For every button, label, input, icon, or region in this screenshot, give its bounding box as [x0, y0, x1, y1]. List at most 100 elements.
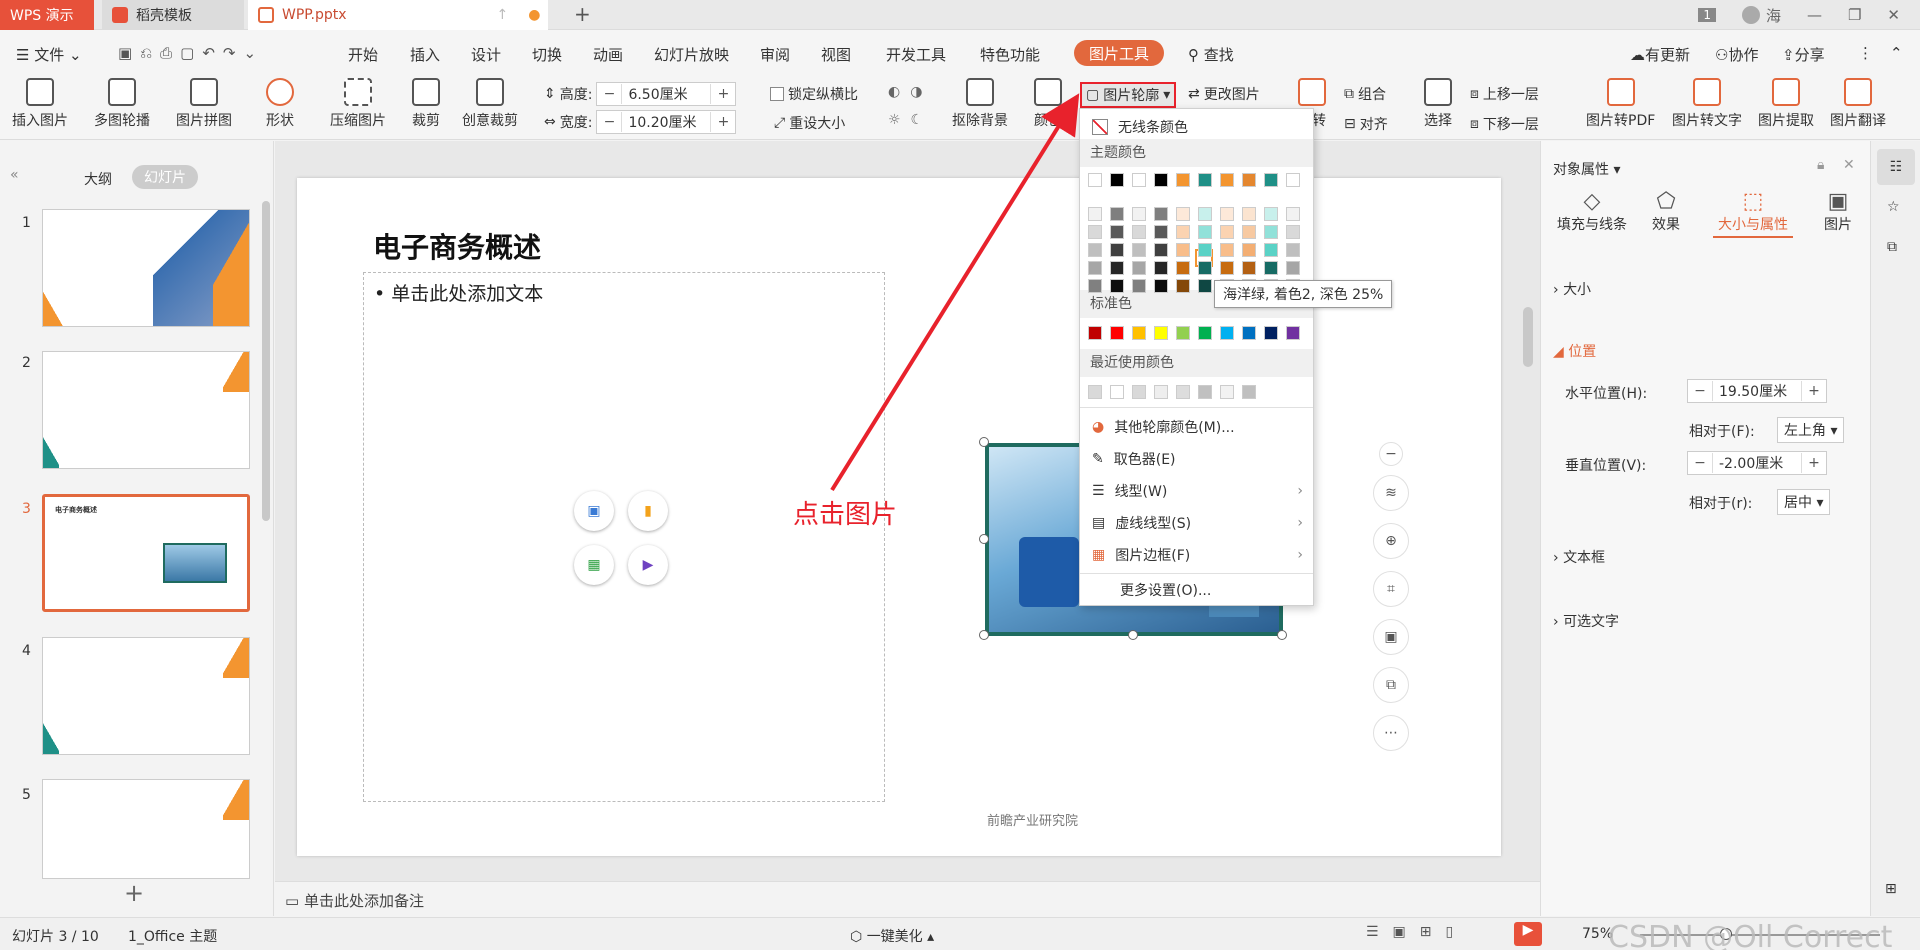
theme-shade-swatch[interactable]: [1176, 225, 1190, 239]
file-menu[interactable]: ☰ 文件 ⌄: [16, 44, 82, 65]
height-decrement[interactable]: −: [597, 86, 621, 102]
theme-shade-swatch[interactable]: [1154, 243, 1168, 257]
standard-swatch[interactable]: [1220, 326, 1234, 340]
menu-slideshow[interactable]: 幻灯片放映: [654, 44, 729, 65]
theme-shade-swatch[interactable]: [1154, 225, 1168, 239]
h-position-value[interactable]: 19.50厘米: [1712, 381, 1802, 401]
theme-shade-swatch[interactable]: [1198, 261, 1212, 275]
h-position-spinner[interactable]: −19.50厘米 +: [1687, 379, 1827, 403]
upload-icon[interactable]: ↑: [497, 7, 509, 23]
theme-shade-swatch[interactable]: [1132, 261, 1146, 275]
more-icon[interactable]: ⋮: [1858, 44, 1873, 62]
theme-shade-swatch[interactable]: [1132, 225, 1146, 239]
standard-swatch[interactable]: [1198, 326, 1212, 340]
insert-table-icon[interactable]: ▦: [574, 545, 614, 585]
resize-handle[interactable]: [1128, 630, 1138, 640]
resize-handle[interactable]: [979, 534, 989, 544]
theme-shade-swatch[interactable]: [1286, 225, 1300, 239]
creative-crop-button[interactable]: 创意裁剪: [462, 78, 518, 130]
lock-icon[interactable]: 🔒︎: [1817, 157, 1824, 173]
theme-swatch[interactable]: [1176, 173, 1190, 187]
picture-extract-button[interactable]: 图片提取: [1758, 78, 1814, 130]
add-slide-button[interactable]: +: [124, 879, 144, 907]
menu-design[interactable]: 设计: [471, 44, 501, 65]
theme-shade-swatch[interactable]: [1088, 243, 1102, 257]
theme-shade-swatch[interactable]: [1154, 279, 1168, 293]
copy-picture-icon[interactable]: ⧉: [1373, 667, 1409, 703]
slide-thumbnail-5[interactable]: [42, 779, 250, 879]
theme-swatch[interactable]: [1286, 173, 1300, 187]
notes-bar[interactable]: ▭ 单击此处添加备注: [275, 881, 1540, 917]
alt-text-section[interactable]: › 可选文字: [1553, 611, 1619, 631]
theme-shade-swatch[interactable]: [1286, 261, 1300, 275]
width-decrement[interactable]: −: [597, 114, 621, 130]
more-options-icon[interactable]: ⋯: [1373, 715, 1409, 751]
standard-swatch[interactable]: [1088, 326, 1102, 340]
no-line-color-item[interactable]: 无线条颜色: [1080, 112, 1313, 142]
notes-placeholder[interactable]: ▭ 单击此处添加备注: [285, 890, 424, 911]
recent-swatch[interactable]: [1220, 385, 1234, 399]
theme-swatch[interactable]: [1264, 173, 1278, 187]
eyedropper-item[interactable]: ✎ 取色器(E): [1080, 444, 1313, 474]
change-picture-button[interactable]: ⇄ 更改图片: [1188, 84, 1260, 104]
theme-shade-swatch[interactable]: [1176, 243, 1190, 257]
theme-shade-swatch[interactable]: [1088, 207, 1102, 221]
theme-shade-swatch[interactable]: [1110, 279, 1124, 293]
frame-icon[interactable]: ▣: [1373, 619, 1409, 655]
theme-shade-swatch[interactable]: [1132, 279, 1146, 293]
tab-picture[interactable]: ▣ 图片: [1813, 189, 1863, 234]
theme-shade-swatch[interactable]: [1088, 279, 1102, 293]
insert-picture-icon[interactable]: ▣: [574, 491, 614, 531]
file-tab[interactable]: WPP.pptx ↑ ●: [248, 0, 548, 30]
grid-apps-icon[interactable]: ⊞: [1885, 881, 1897, 897]
insert-chart-icon[interactable]: ▮: [628, 491, 668, 531]
send-backward-button[interactable]: ⧈ 下移一层: [1470, 114, 1539, 134]
update-button[interactable]: ☁有更新: [1630, 44, 1690, 65]
theme-shade-swatch[interactable]: [1110, 207, 1124, 221]
slide-thumbnail-3[interactable]: 电子商务概述: [42, 494, 250, 612]
window-count-badge[interactable]: 1: [1698, 8, 1716, 22]
zoom-in-icon[interactable]: ⊕: [1373, 523, 1409, 559]
slide-title[interactable]: 电子商务概述: [373, 226, 541, 266]
recent-swatch[interactable]: [1242, 385, 1256, 399]
other-outline-colors-item[interactable]: ◕ 其他轮廓颜色(M)...: [1080, 412, 1313, 442]
resize-handle[interactable]: [979, 630, 989, 640]
height-increment[interactable]: +: [711, 86, 735, 102]
theme-shade-swatch[interactable]: [1264, 225, 1278, 239]
size-section[interactable]: › 大小: [1553, 279, 1591, 299]
h-decrement[interactable]: −: [1688, 383, 1712, 399]
v-decrement[interactable]: −: [1688, 455, 1712, 471]
theme-shade-swatch[interactable]: [1154, 261, 1168, 275]
theme-shade-swatch[interactable]: [1286, 207, 1300, 221]
menu-view[interactable]: 视图: [821, 44, 851, 65]
collab-button[interactable]: ⚇协作: [1715, 44, 1758, 65]
search-button[interactable]: ⚲ 查找: [1188, 44, 1234, 65]
minimize-icon[interactable]: —: [1807, 6, 1822, 24]
bullet-text[interactable]: • 单击此处添加文本: [374, 279, 543, 306]
relative-v-select[interactable]: 居中 ▾: [1777, 489, 1831, 515]
picture-to-pdf-button[interactable]: 图片转PDF: [1586, 78, 1655, 130]
brightness-icons[interactable]: ☼☾: [888, 112, 933, 128]
new-tab-button[interactable]: +: [574, 2, 591, 26]
app-tab[interactable]: WPS 演示: [0, 0, 94, 30]
theme-shade-swatch[interactable]: [1088, 261, 1102, 275]
theme-shade-swatch[interactable]: [1154, 207, 1168, 221]
select-button[interactable]: 选择: [1424, 78, 1452, 130]
theme-shade-swatch[interactable]: [1220, 243, 1234, 257]
theme-swatch[interactable]: [1110, 173, 1124, 187]
line-type-item[interactable]: ☰ 线型(W) ›: [1080, 476, 1313, 506]
dash-type-item[interactable]: ▤ 虚线线型(S) ›: [1080, 508, 1313, 538]
slide-thumbnail-4[interactable]: [42, 637, 250, 755]
v-increment[interactable]: +: [1802, 455, 1826, 471]
color-adjust-icons[interactable]: ◐◑: [888, 84, 932, 100]
recent-swatch[interactable]: [1154, 385, 1168, 399]
color-button[interactable]: 颜色: [1034, 78, 1062, 130]
theme-shade-swatch[interactable]: [1110, 261, 1124, 275]
standard-swatch[interactable]: [1110, 326, 1124, 340]
v-position-spinner[interactable]: − -2.00厘米 +: [1687, 451, 1827, 475]
template-tab[interactable]: 稻壳模板: [102, 0, 244, 30]
reset-size-button[interactable]: ⤢ 重设大小: [774, 113, 845, 133]
h-increment[interactable]: +: [1802, 383, 1826, 399]
theme-shade-swatch[interactable]: [1132, 243, 1146, 257]
star-icon[interactable]: ☆: [1887, 199, 1900, 215]
